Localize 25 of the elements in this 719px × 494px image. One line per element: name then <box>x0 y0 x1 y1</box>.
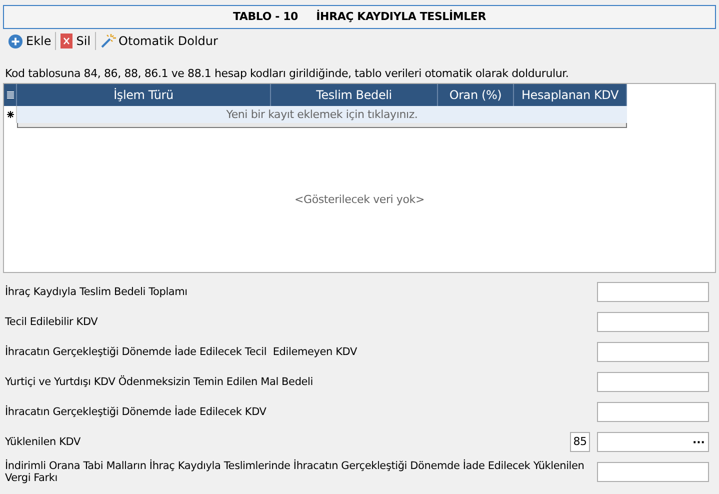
input-field[interactable] <box>597 282 709 302</box>
input-field[interactable] <box>597 312 709 332</box>
delete-button[interactable]: Sil <box>56 31 95 51</box>
delete-icon <box>60 33 74 49</box>
lookup-field[interactable]: ··· <box>597 432 709 452</box>
add-icon <box>8 34 23 48</box>
table-title: TABLO - 10 İHRAÇ KAYDIYLA TESLİMLER <box>3 5 716 29</box>
input-field[interactable] <box>597 372 709 392</box>
input-field[interactable] <box>597 402 709 422</box>
ellipsis-button[interactable]: ··· <box>689 436 708 448</box>
field-label: İhracatın Gerçekleştiği Dönemde İade Edilecek KDV <box>5 406 268 418</box>
empty-message: <Gösterilecek veri yok> <box>294 192 426 208</box>
field-label: İndirimli Orana Tabi Malların İhraç Kaydıyla Teslimlerinde İhracatın Gerçekleştiği Dönemde İade Edilecek Yüklenilen Vergi Farkı <box>5 460 586 484</box>
code-box: 85 <box>570 432 590 452</box>
magic-wand-icon <box>100 33 116 49</box>
input-field[interactable] <box>597 342 709 362</box>
autofill-button[interactable]: Otomatik Doldur <box>96 31 222 51</box>
info-text: Kod tablosuna 84, 86, 88, 86.1 ve 88.1 hesap kodları girildiğinde, tablo verileri otomatik olarak doldurulur. <box>5 66 570 79</box>
field-label: Yüklenilen KDV <box>5 436 82 448</box>
field-label: Tecil Edilebilir KDV <box>5 316 99 328</box>
add-button[interactable]: Ekle <box>4 31 56 51</box>
field-label: İhracatın Gerçekleştiği Dönemde İade Edilecek Tecil Edilemeyen KDV <box>5 346 358 358</box>
field-label: İhraç Kaydıyla Teslim Bedeli Toplamı <box>5 286 188 298</box>
field-label: Yurtiçi ve Yurtdışı KDV Ödenmeksizin Temin Edilen Mal Bedeli <box>5 376 314 388</box>
input-field[interactable] <box>597 462 709 482</box>
